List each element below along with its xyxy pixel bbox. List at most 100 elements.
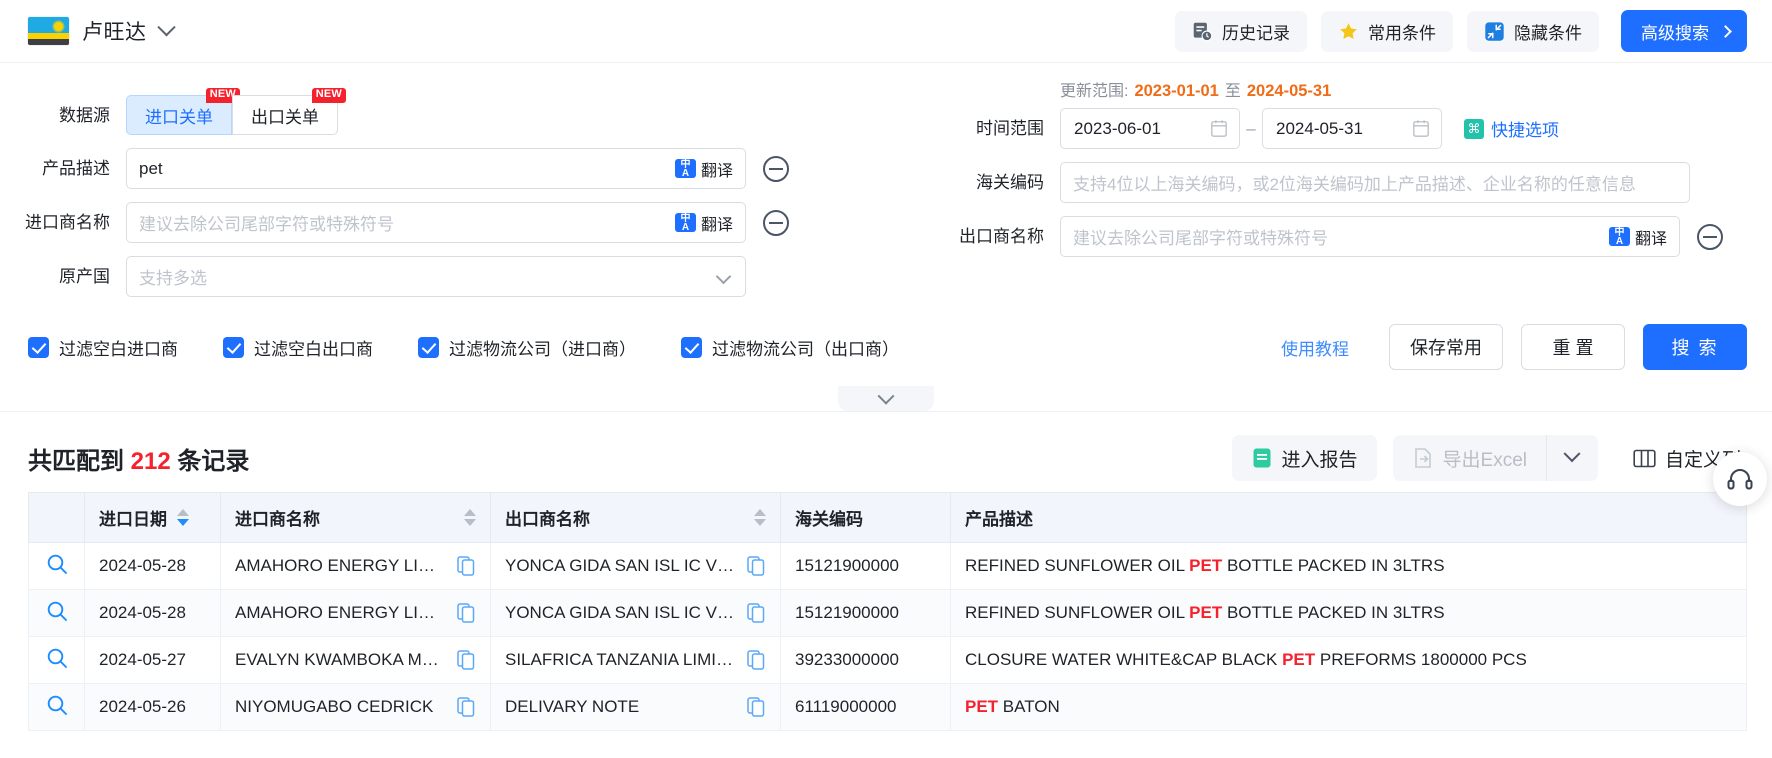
table-row[interactable]: 2024-05-26NIYOMUGABO CEDRICKDELIVARY NOT… bbox=[29, 684, 1747, 731]
origin-country-label: 原产国 bbox=[0, 268, 126, 285]
advanced-search-button[interactable]: 高级搜索 bbox=[1621, 10, 1747, 52]
update-range-end: 2024-05-31 bbox=[1247, 82, 1331, 101]
enter-report-button[interactable]: 进入报告 bbox=[1232, 435, 1377, 481]
remove-importer-name-icon[interactable] bbox=[763, 210, 789, 236]
reset-button[interactable]: 重 置 bbox=[1521, 324, 1625, 370]
exporter-name-input[interactable]: 建议去除公司尾部字符或特殊符号 bbox=[1061, 224, 1609, 249]
save-common-button[interactable]: 保存常用 bbox=[1389, 324, 1503, 370]
copy-icon[interactable] bbox=[457, 697, 476, 717]
cell-import-date: 2024-05-27 bbox=[85, 637, 221, 684]
magnifier-icon[interactable] bbox=[46, 553, 68, 575]
row-detail-cell[interactable] bbox=[29, 590, 85, 637]
datasource-export-tab[interactable]: 出口关单 NEW bbox=[232, 95, 338, 135]
results-header: 共匹配到 212 条记录 进入报告 导出E bbox=[28, 430, 1747, 486]
remove-exporter-name-icon[interactable] bbox=[1697, 224, 1723, 250]
translate-icon: 中A bbox=[675, 213, 696, 232]
hs-code-input[interactable]: 支持4位以上海关编码，或2位海关编码加上产品描述、企业名称的任意信息 bbox=[1061, 170, 1689, 195]
chevron-down-icon[interactable] bbox=[157, 18, 175, 36]
common-conditions-button[interactable]: 常用条件 bbox=[1321, 11, 1453, 52]
row-detail-cell[interactable] bbox=[29, 543, 85, 590]
chevron-down-icon bbox=[1564, 445, 1581, 462]
hide-conditions-button[interactable]: 隐藏条件 bbox=[1467, 11, 1599, 52]
exporter-translate-button[interactable]: 中A 翻译 bbox=[1609, 225, 1679, 249]
table-header-row: 进口日期 进口商名称 出口商名称 bbox=[29, 493, 1747, 543]
translate-label: 翻译 bbox=[701, 211, 733, 235]
hs-code-row: 海关编码 支持4位以上海关编码，或2位海关编码加上产品描述、企业名称的任意信息 bbox=[880, 162, 1772, 203]
table-row[interactable]: 2024-05-28AMAHORO ENERGY LIMITEYONCA GID… bbox=[29, 543, 1747, 590]
update-range-start: 2023-01-01 bbox=[1134, 82, 1218, 101]
cell-import-date: 2024-05-28 bbox=[85, 543, 221, 590]
time-range-end-input[interactable]: 2024-05-31 bbox=[1262, 108, 1442, 149]
table-row[interactable]: 2024-05-27EVALYN KWAMBOKA MASESILAFRICA … bbox=[29, 637, 1747, 684]
magnifier-icon[interactable] bbox=[46, 694, 68, 716]
row-detail-cell[interactable] bbox=[29, 637, 85, 684]
copy-icon[interactable] bbox=[747, 556, 766, 576]
importer-name-input[interactable]: 建议去除公司尾部字符或特殊符号 bbox=[127, 210, 675, 235]
importer-name-field[interactable]: 建议去除公司尾部字符或特殊符号 中A 翻译 bbox=[126, 202, 746, 243]
rwanda-flag-icon bbox=[28, 17, 69, 45]
history-button[interactable]: 历史记录 bbox=[1175, 11, 1307, 52]
page-root: 卢旺达 历史记录 常用条件 隐藏条件 bbox=[0, 0, 1772, 758]
datasource-import-tab[interactable]: 进口关单 NEW bbox=[126, 95, 232, 135]
product-desc-field[interactable]: pet 中A 翻译 bbox=[126, 148, 746, 189]
column-header-import-date[interactable]: 进口日期 bbox=[85, 493, 221, 543]
magnifier-icon[interactable] bbox=[46, 600, 68, 622]
support-headset-button[interactable] bbox=[1713, 452, 1767, 506]
sort-toggle-importer[interactable] bbox=[464, 509, 476, 526]
product-desc-translate-button[interactable]: 中A 翻译 bbox=[675, 157, 745, 181]
sort-toggle-exporter[interactable] bbox=[754, 509, 766, 526]
quick-option-button[interactable]: ⌘ 快捷选项 bbox=[1464, 116, 1559, 141]
copy-icon[interactable] bbox=[457, 650, 476, 670]
enter-report-label: 进入报告 bbox=[1282, 445, 1358, 472]
exporter-name-field[interactable]: 建议去除公司尾部字符或特殊符号 中A 翻译 bbox=[1060, 216, 1680, 257]
origin-country-field[interactable]: 支持多选 bbox=[126, 256, 746, 297]
collapse-panel-button[interactable] bbox=[838, 386, 934, 411]
checkbox-filter-logistics-exporter[interactable]: 过滤物流公司（出口商） bbox=[681, 335, 899, 360]
highlight-term: PET bbox=[1189, 603, 1222, 622]
time-range-end-value: 2024-05-31 bbox=[1276, 119, 1363, 139]
country-name: 卢旺达 bbox=[82, 16, 147, 46]
cell-import-date: 2024-05-28 bbox=[85, 590, 221, 637]
hs-code-field[interactable]: 支持4位以上海关编码，或2位海关编码加上产品描述、企业名称的任意信息 bbox=[1060, 162, 1690, 203]
copy-icon[interactable] bbox=[457, 603, 476, 623]
copy-icon[interactable] bbox=[747, 603, 766, 623]
highlight-term: PET bbox=[1189, 556, 1222, 575]
export-icon bbox=[1412, 447, 1434, 469]
tutorial-link[interactable]: 使用教程 bbox=[1281, 335, 1349, 360]
checkbox-filter-blank-exporter[interactable]: 过滤空白出口商 bbox=[223, 335, 373, 360]
importer-name-row: 进口商名称 建议去除公司尾部字符或特殊符号 中A 翻译 bbox=[0, 202, 880, 243]
export-group: 导出Excel bbox=[1393, 435, 1598, 481]
chevron-right-icon bbox=[1719, 25, 1732, 38]
copy-icon[interactable] bbox=[747, 697, 766, 717]
remove-product-desc-icon[interactable] bbox=[763, 156, 789, 182]
magnifier-icon[interactable] bbox=[46, 647, 68, 669]
copy-icon[interactable] bbox=[457, 556, 476, 576]
translate-label: 翻译 bbox=[1635, 225, 1667, 249]
row-detail-cell[interactable] bbox=[29, 684, 85, 731]
export-excel-button[interactable]: 导出Excel bbox=[1393, 435, 1546, 481]
column-header-importer[interactable]: 进口商名称 bbox=[221, 493, 491, 543]
translate-label: 翻译 bbox=[701, 157, 733, 181]
exporter-name-row: 出口商名称 建议去除公司尾部字符或特殊符号 中A 翻译 bbox=[880, 216, 1772, 257]
column-header-product-desc: 产品描述 bbox=[951, 493, 1747, 543]
time-range-start-value: 2023-06-01 bbox=[1074, 119, 1161, 139]
table-row[interactable]: 2024-05-28AMAHORO ENERGY LIMITEYONCA GID… bbox=[29, 590, 1747, 637]
checkbox-filter-logistics-importer[interactable]: 过滤物流公司（进口商） bbox=[418, 335, 636, 360]
export-dropdown-button[interactable] bbox=[1546, 435, 1598, 481]
checkbox-icon bbox=[223, 337, 244, 358]
product-desc-input[interactable]: pet bbox=[127, 159, 675, 179]
column-label: 进口日期 bbox=[99, 505, 167, 530]
country-selector[interactable]: 卢旺达 bbox=[28, 16, 173, 46]
cell-importer: AMAHORO ENERGY LIMITE bbox=[221, 590, 491, 637]
checkbox-filter-blank-importer[interactable]: 过滤空白进口商 bbox=[28, 335, 178, 360]
origin-country-input[interactable]: 支持多选 bbox=[127, 264, 718, 289]
copy-icon[interactable] bbox=[747, 650, 766, 670]
cell-product-desc: REFINED SUNFLOWER OIL PET BOTTLE PACKED … bbox=[951, 543, 1747, 590]
column-header-exporter[interactable]: 出口商名称 bbox=[491, 493, 781, 543]
search-button[interactable]: 搜 索 bbox=[1643, 324, 1747, 370]
datasource-row: 数据源 进口关单 NEW 出口关单 NEW bbox=[0, 95, 880, 135]
time-range-start-input[interactable]: 2023-06-01 bbox=[1060, 108, 1240, 149]
sort-toggle-import-date[interactable] bbox=[177, 509, 189, 526]
datasource-segmented: 进口关单 NEW 出口关单 NEW bbox=[126, 95, 338, 135]
importer-translate-button[interactable]: 中A 翻译 bbox=[675, 211, 745, 235]
